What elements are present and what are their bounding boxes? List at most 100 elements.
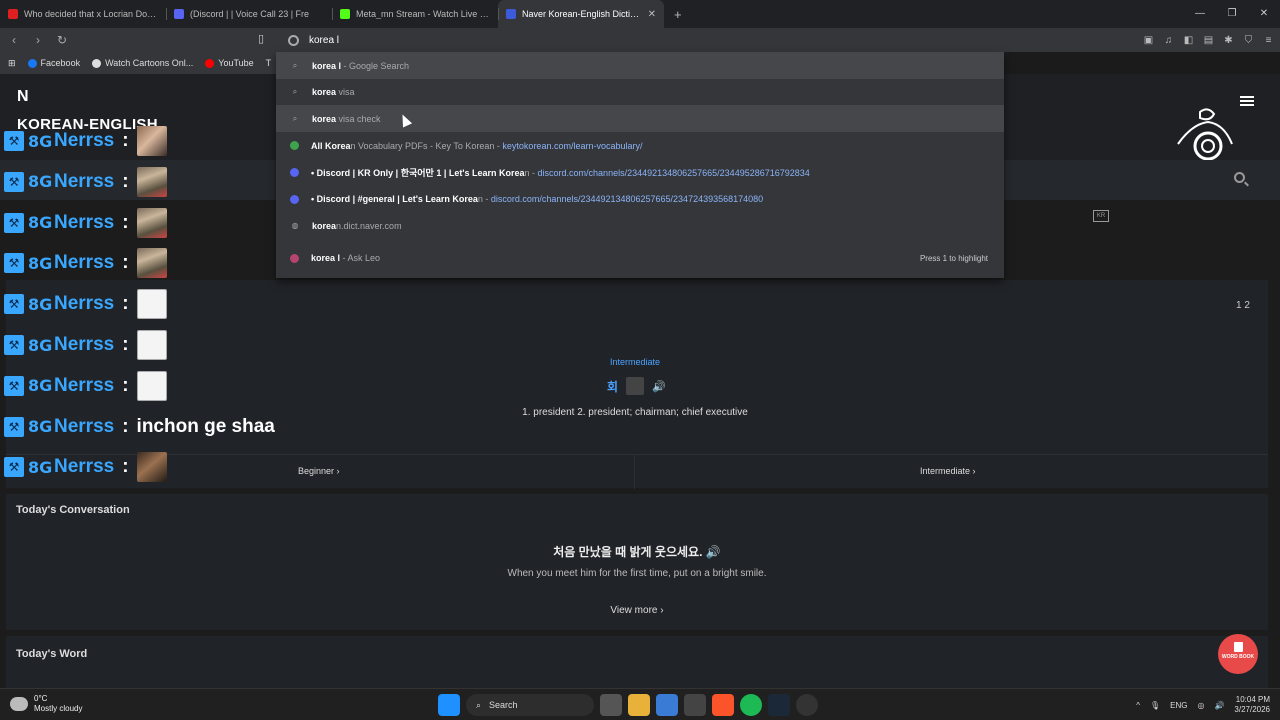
divider (634, 455, 635, 489)
extensions-icon[interactable]: ✱ (1221, 33, 1236, 48)
steam-icon[interactable] (768, 694, 790, 716)
word-placeholder-box (626, 377, 645, 395)
task-view-icon[interactable] (600, 694, 622, 716)
sidebar-icon[interactable]: ◧ (1181, 33, 1196, 48)
chat-username[interactable]: Nerrss (54, 171, 114, 193)
naver-logo[interactable]: N (17, 88, 29, 106)
mod-hammer-icon: ⚒ (4, 212, 24, 233)
speaker-icon[interactable]: 🔊 (706, 545, 721, 559)
site-icon (290, 141, 299, 151)
suggestion-text: All Korean Vocabulary PDFs - Key To Kore… (311, 141, 643, 151)
suggestion-item[interactable]: All Korean Vocabulary PDFs - Key To Kore… (276, 132, 1004, 159)
chat-username[interactable]: Nerrss (54, 416, 114, 438)
keyboard-kr-icon[interactable]: KR (1093, 210, 1109, 222)
suggestion-item[interactable]: ◍ korean.dict.naver.com (276, 212, 1004, 239)
word-hanja[interactable]: 회 (607, 378, 618, 395)
wordbook-button[interactable]: WORD BOOK (1218, 634, 1258, 674)
brave-icon[interactable] (712, 694, 734, 716)
beginner-link[interactable]: Beginner › (298, 466, 340, 476)
language-indicator[interactable]: ENG (1170, 701, 1187, 710)
weather-widget[interactable]: 0°C Mostly cloudy (10, 694, 82, 714)
back-icon[interactable]: ‹ (4, 33, 24, 47)
chat-username[interactable]: Nerrss (54, 130, 114, 152)
spotify-icon[interactable] (740, 694, 762, 716)
reload-icon[interactable]: ↻ (52, 33, 72, 47)
chat-username[interactable]: Nerrss (54, 212, 114, 234)
search-icon[interactable] (1234, 172, 1245, 183)
clock[interactable]: 10:04 PM 3/27/2026 (1234, 695, 1270, 715)
new-tab-button[interactable]: + (674, 7, 682, 22)
start-icon[interactable] (438, 694, 460, 716)
chat-username[interactable]: Nerrss (54, 375, 114, 397)
suggestion-item[interactable]: ⌕ korea l - Google Search (276, 52, 1004, 79)
shield-icon[interactable]: ⛉ (1241, 33, 1256, 48)
suggestion-item[interactable]: • Discord | KR Only | 한국어만 1 | Let's Lea… (276, 159, 1004, 186)
suggestion-match: korea (312, 220, 337, 231)
suggestion-rest: - Google Search (341, 60, 410, 71)
browser-tab-0[interactable]: Who decided that x Locrian Domin (0, 0, 166, 28)
decoration-illustration (1177, 108, 1233, 161)
speaker-icon[interactable]: 🔊 (652, 380, 666, 393)
menu-icon[interactable]: ≡ (1261, 33, 1276, 48)
chat-username[interactable]: Nerrss (54, 252, 114, 274)
suggestion-match: korea (312, 113, 339, 124)
taskbar-search[interactable]: ⌕ Search (466, 694, 594, 716)
browser-tab-1[interactable]: (Discord | | Voice Call 23 | Fre (166, 0, 332, 28)
suggestion-item[interactable]: ⌕ korea visa check (276, 105, 1004, 133)
youtube-icon (205, 58, 215, 68)
address-input[interactable] (309, 34, 709, 46)
bookmark-youtube[interactable]: YouTube (205, 58, 254, 68)
user-badge-icon: 8G (28, 376, 53, 396)
view-more-link[interactable]: View more › (6, 605, 1268, 616)
hamburger-menu-icon[interactable] (1240, 96, 1254, 106)
maximize-icon[interactable]: ❐ (1216, 0, 1248, 28)
bookmark-icon[interactable]: ▯ (258, 32, 264, 45)
pager[interactable]: 1 2 (1236, 300, 1250, 311)
bookmark-label: YouTube (218, 58, 254, 68)
close-window-icon[interactable]: ✕ (1248, 0, 1280, 28)
weather-temp: 0°C (34, 694, 48, 703)
chat-username[interactable]: Nerrss (54, 334, 114, 356)
wallet-icon[interactable]: ▤ (1201, 33, 1216, 48)
browser-tab-3[interactable]: Naver Korean-English Dictionary ✕ (498, 0, 664, 28)
suggestion-text: korea visa (312, 87, 355, 97)
network-icon[interactable]: ◎ (1197, 701, 1204, 710)
address-bar[interactable] (278, 28, 1004, 52)
suggestion-item[interactable]: • Discord | #general | Let's Learn Korea… (276, 186, 1004, 213)
bookmark-label: T (265, 58, 272, 68)
screenshot-icon[interactable]: ▣ (1141, 33, 1156, 48)
suggestion-item[interactable]: ⌕ korea visa (276, 79, 1004, 106)
chat-username[interactable]: Nerrss (54, 456, 114, 478)
chat-emote (136, 289, 167, 320)
minimize-icon[interactable]: — (1184, 0, 1216, 28)
intermediate-link[interactable]: Intermediate › (920, 466, 976, 476)
suggestion-rest: - Ask Leo (340, 253, 381, 264)
suggestion-item[interactable]: korea l - Ask Leo Press 1 to highlight (276, 245, 1004, 272)
chevron-up-icon[interactable]: ^ (1136, 701, 1140, 710)
music-icon[interactable]: ♫ (1161, 33, 1176, 48)
suggestion-url: discord.com/channels/234492134806257665/… (490, 194, 764, 204)
tab-favicon (340, 9, 350, 19)
browser-tab-2[interactable]: Meta_mn Stream - Watch Live on Ki (332, 0, 498, 28)
suggestion-rest: visa (338, 87, 355, 98)
chat-message: ⚒ 8G Nerrss: (4, 326, 167, 364)
apps-icon[interactable]: ⊞ (8, 58, 16, 69)
suggestion-rest: n Vocabulary PDFs - Key To Korean - (350, 140, 503, 151)
microphone-icon[interactable]: 🎙 (1150, 701, 1160, 710)
forward-icon[interactable]: › (28, 33, 48, 47)
bookmark-cartoons[interactable]: Watch Cartoons Onl... (92, 58, 193, 68)
mod-hammer-icon: ⚒ (4, 171, 24, 192)
bookmark-other[interactable]: T (266, 58, 272, 68)
close-tab-icon[interactable]: ✕ (648, 9, 656, 20)
app-icon[interactable] (684, 694, 706, 716)
suggestion-text: korea visa check (312, 114, 381, 124)
suggestion-text: • Discord | KR Only | 한국어만 1 | Let's Lea… (311, 166, 810, 179)
chat-username[interactable]: Nerrss (54, 293, 114, 315)
volume-icon[interactable]: 🔊 (1214, 701, 1224, 710)
file-explorer-icon[interactable] (628, 694, 650, 716)
chat-emote (136, 248, 167, 279)
settings-icon[interactable] (796, 694, 818, 716)
store-icon[interactable] (656, 694, 678, 716)
suggestion-match: korea l (311, 253, 341, 264)
bookmark-facebook[interactable]: Facebook (27, 58, 80, 68)
